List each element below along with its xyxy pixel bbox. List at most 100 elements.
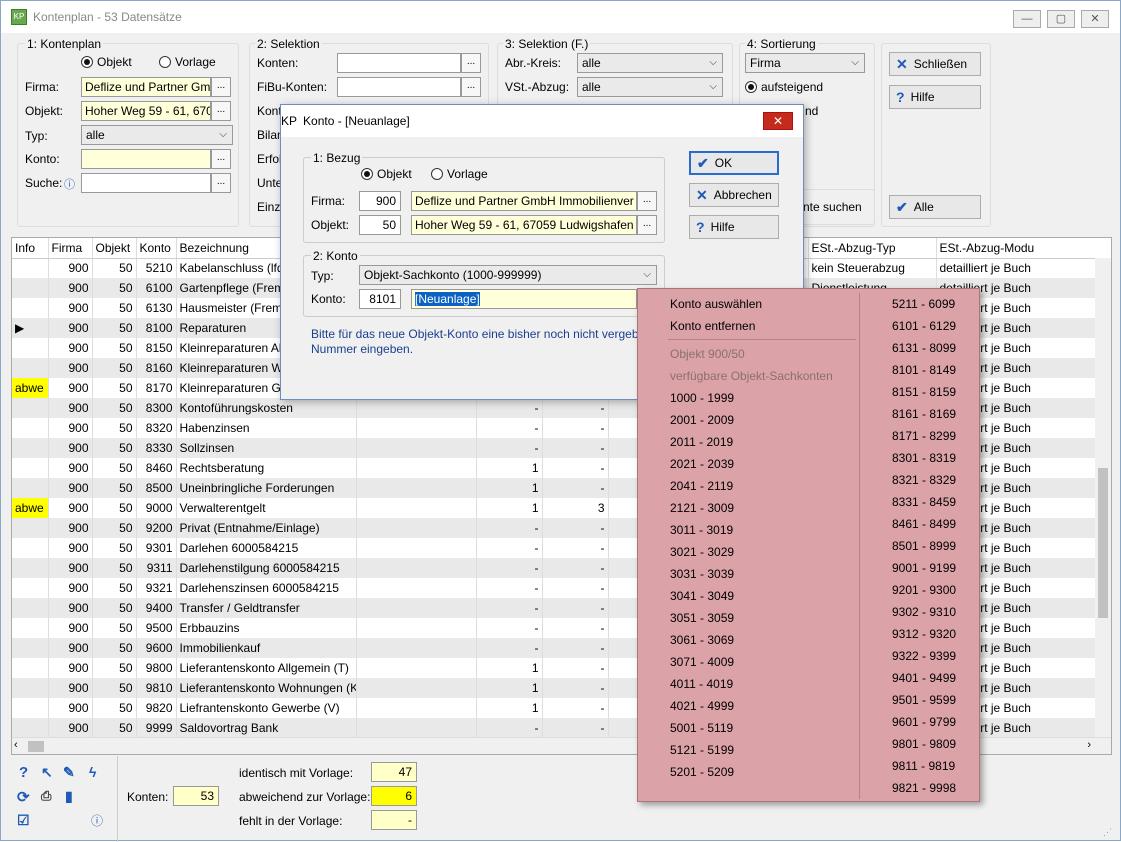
table-cell[interactable]: - <box>542 718 609 738</box>
table-cell[interactable]: 1 <box>476 678 543 698</box>
table-cell[interactable]: 900 <box>48 598 93 618</box>
table-cell[interactable]: - <box>476 558 543 578</box>
alle-button[interactable]: ✔ Alle <box>889 195 981 219</box>
schliessen-button[interactable]: ✕ Schließen <box>889 52 981 76</box>
table-cell[interactable]: - <box>476 438 543 458</box>
menu-range-item[interactable]: 2001 - 2009 <box>670 413 734 427</box>
table-cell[interactable] <box>356 618 477 638</box>
table-cell[interactable]: kein Steuerabzug <box>808 258 937 278</box>
table-cell[interactable]: Kontoführungskosten <box>176 398 357 418</box>
table-cell[interactable]: - <box>542 638 609 658</box>
table-cell[interactable]: Transfer / Geldtransfer <box>176 598 357 618</box>
table-cell[interactable]: 9301 <box>136 538 177 558</box>
table-cell[interactable] <box>356 478 477 498</box>
menu-range-item[interactable]: 9601 - 9799 <box>892 715 956 729</box>
table-cell[interactable]: 900 <box>48 718 93 738</box>
table-cell[interactable] <box>12 438 49 458</box>
table-cell[interactable]: Lieferantenskonto Wohnungen (K <box>176 678 357 698</box>
pencil-icon[interactable]: ✎ <box>63 764 75 781</box>
table-cell[interactable] <box>12 618 49 638</box>
menu-range-item[interactable]: 2121 - 3009 <box>670 501 734 515</box>
fibu-field[interactable] <box>337 77 461 97</box>
table-cell[interactable] <box>12 638 49 658</box>
table-cell[interactable]: - <box>476 518 543 538</box>
menu-range-item[interactable]: 8151 - 8159 <box>892 385 956 399</box>
dialog-abbrechen-button[interactable]: ✕ Abbrechen <box>689 183 779 207</box>
table-cell[interactable]: 50 <box>92 358 137 378</box>
konto-field[interactable] <box>81 149 211 169</box>
table-cell[interactable]: 5210 <box>136 258 177 278</box>
table-cell[interactable]: 50 <box>92 458 137 478</box>
table-cell[interactable]: - <box>476 598 543 618</box>
menu-range-item[interactable]: 8501 - 8999 <box>892 539 956 553</box>
table-cell[interactable]: 8330 <box>136 438 177 458</box>
table-cell[interactable]: 50 <box>92 278 137 298</box>
table-cell[interactable]: - <box>476 718 543 738</box>
table-cell[interactable]: Darlehenszinsen 6000584215 <box>176 578 357 598</box>
table-cell[interactable] <box>356 658 477 678</box>
dialog-radio-objekt[interactable]: Objekt <box>361 167 412 181</box>
table-cell[interactable]: 1 <box>476 698 543 718</box>
table-cell[interactable]: Saldovortrag Bank <box>176 718 357 738</box>
table-cell[interactable]: 900 <box>48 378 93 398</box>
table-cell[interactable]: 50 <box>92 418 137 438</box>
table-cell[interactable]: 9999 <box>136 718 177 738</box>
table-cell[interactable]: 1 <box>476 478 543 498</box>
table-cell[interactable]: - <box>476 398 543 418</box>
menu-range-item[interactable]: 3071 - 4009 <box>670 655 734 669</box>
table-cell[interactable] <box>12 358 49 378</box>
table-cell[interactable]: - <box>542 538 609 558</box>
table-cell[interactable]: Uneinbringliche Forderungen <box>176 478 357 498</box>
info-icon[interactable]: ⓘ <box>91 812 103 829</box>
table-cell[interactable]: Rechtsberatung <box>176 458 357 478</box>
dialog-ok-button[interactable]: ✔ OK <box>689 151 779 175</box>
dialog-firma-nr[interactable]: 900 <box>359 191 401 211</box>
minimize-button[interactable]: — <box>1013 10 1041 28</box>
dialog-typ-select[interactable]: Objekt-Sachkonto (1000-999999) ⌵ <box>359 265 657 285</box>
table-cell[interactable]: - <box>542 558 609 578</box>
table-cell[interactable] <box>12 658 49 678</box>
menu-range-item[interactable]: 9312 - 9320 <box>892 627 956 641</box>
menu-range-item[interactable]: 4021 - 4999 <box>670 699 734 713</box>
table-cell[interactable]: - <box>476 538 543 558</box>
table-cell[interactable]: 900 <box>48 478 93 498</box>
table-cell[interactable]: 900 <box>48 278 93 298</box>
table-cell[interactable]: 8170 <box>136 378 177 398</box>
table-cell[interactable] <box>12 258 49 278</box>
table-cell[interactable]: 1 <box>476 458 543 478</box>
help-icon[interactable]: ? <box>19 764 28 781</box>
table-cell[interactable] <box>356 418 477 438</box>
table-cell[interactable] <box>356 498 477 518</box>
table-cell[interactable]: 8150 <box>136 338 177 358</box>
table-cell[interactable]: 900 <box>48 618 93 638</box>
table-cell[interactable]: 6100 <box>136 278 177 298</box>
table-cell[interactable]: 50 <box>92 558 137 578</box>
menu-range-item[interactable]: 9001 - 9199 <box>892 561 956 575</box>
menu-range-item[interactable]: 8331 - 8459 <box>892 495 956 509</box>
table-cell[interactable]: 900 <box>48 518 93 538</box>
sort-select[interactable]: Firma ⌵ <box>745 53 865 73</box>
table-cell[interactable]: 50 <box>92 618 137 638</box>
dialog-hilfe-button[interactable]: ? Hilfe <box>689 215 779 239</box>
refresh-icon[interactable]: ⟳ <box>17 788 30 806</box>
table-cell[interactable]: Sollzinsen <box>176 438 357 458</box>
table-cell[interactable]: 50 <box>92 658 137 678</box>
table-cell[interactable]: 8500 <box>136 478 177 498</box>
info-icon[interactable]: ⓘ <box>64 176 75 192</box>
hscroll-thumb[interactable] <box>28 741 44 752</box>
table-cell[interactable]: 8160 <box>136 358 177 378</box>
table-cell[interactable]: 9810 <box>136 678 177 698</box>
table-cell[interactable]: 900 <box>48 678 93 698</box>
table-cell[interactable]: 50 <box>92 498 137 518</box>
maximize-button[interactable]: ▢ <box>1047 10 1075 28</box>
menu-range-item[interactable]: 2021 - 2039 <box>670 457 734 471</box>
table-cell[interactable]: detailliert je Buch <box>936 258 1111 278</box>
table-cell[interactable]: 50 <box>92 378 137 398</box>
konten-suchen-label[interactable]: nte suchen <box>803 200 862 214</box>
menu-range-item[interactable]: 9201 - 9300 <box>892 583 956 597</box>
table-cell[interactable]: 9400 <box>136 598 177 618</box>
table-cell[interactable]: 1 <box>476 658 543 678</box>
table-cell[interactable] <box>356 458 477 478</box>
cursor-icon[interactable]: ↖ <box>41 764 53 781</box>
table-cell[interactable] <box>12 338 49 358</box>
